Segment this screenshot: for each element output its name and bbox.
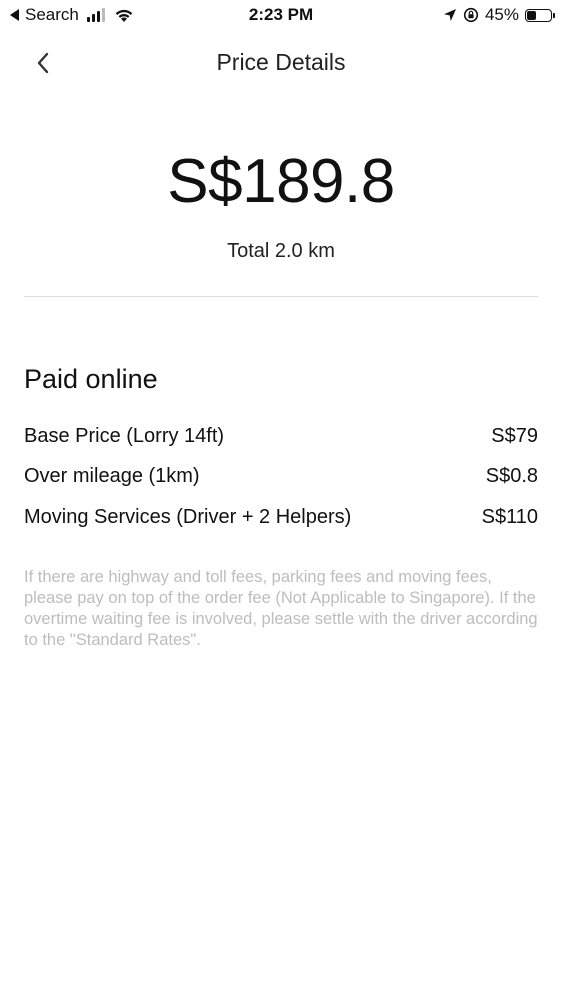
total-price: S$189.8 — [167, 147, 395, 216]
divider — [24, 296, 538, 297]
battery-percent: 45% — [484, 5, 519, 24]
nav-bar: Price Details — [0, 40, 562, 86]
price-item-base-price: Base Price (Lorry 14ft) S$79 — [24, 416, 538, 457]
price-item-label: Base Price (Lorry 14ft) — [24, 424, 225, 447]
fee-notice: If there are highway and toll fees, park… — [24, 568, 538, 649]
price-item-amount: S$110 — [481, 505, 538, 528]
location-arrow-icon — [443, 9, 456, 21]
orientation-lock-icon — [463, 7, 479, 23]
price-item-list: Base Price (Lorry 14ft) S$79 Over mileag… — [24, 416, 538, 538]
price-item-over-mileage: Over mileage (1km) S$0.8 — [24, 457, 538, 498]
battery-fill — [527, 10, 537, 20]
battery-icon — [525, 8, 555, 22]
total-distance: Total 2.0 km — [227, 240, 335, 262]
price-item-amount: S$0.8 — [485, 465, 538, 488]
page-title: Price Details — [216, 49, 346, 75]
section-title-paid-online: Paid online — [24, 364, 158, 394]
status-right: 45% — [443, 5, 555, 25]
price-item-label: Over mileage (1km) — [24, 465, 200, 488]
status-bar: Search 2:23 PM 45% — [0, 0, 562, 32]
price-item-amount: S$79 — [491, 424, 538, 447]
price-item-moving-services: Moving Services (Driver + 2 Helpers) S$1… — [24, 497, 538, 538]
price-item-label: Moving Services (Driver + 2 Helpers) — [24, 505, 352, 528]
